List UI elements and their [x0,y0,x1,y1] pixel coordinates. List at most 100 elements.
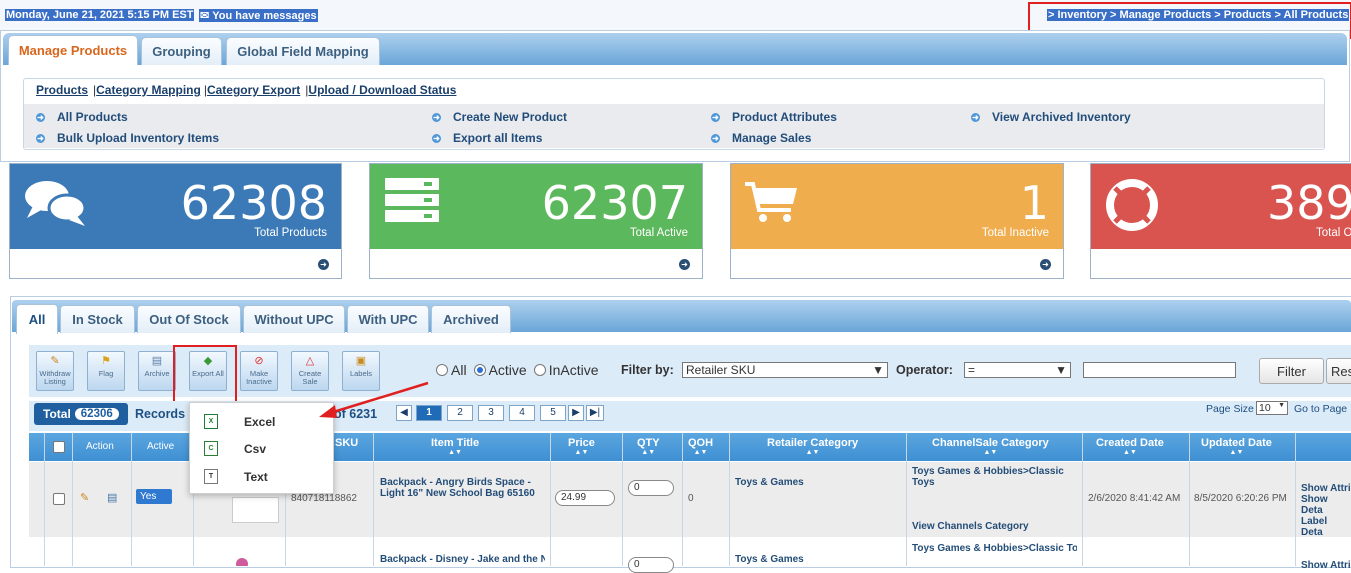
cell-updated-date: 8/5/2020 6:20:26 PM [1194,493,1287,504]
arrow-right-icon[interactable]: ➜ [679,259,690,270]
records-label: Records [135,407,186,421]
radio-all[interactable] [436,364,448,376]
arrow-circle-icon: ➜ [36,112,45,122]
tab-without-upc[interactable]: Without UPC [243,305,345,333]
radio-label: InActive [548,362,599,378]
page-4[interactable]: 4 [509,405,535,421]
cell-item-title[interactable]: Backpack - Angry Birds Space - Light 16"… [380,477,545,499]
status-radio-group: All Active InActive [436,362,599,378]
quick-link-create-new-product[interactable]: ➜ Create New Product [432,110,567,124]
tab-grouping[interactable]: Grouping [141,37,222,65]
col-sku[interactable]: SKU [335,437,358,449]
archive-button[interactable]: ▤ Archive [138,351,176,391]
copy-icon[interactable]: ▤ [107,491,117,504]
price-input[interactable]: 24.99 [555,490,615,506]
active-toggle[interactable]: Yes [136,489,172,504]
stat-card-total-inactive[interactable]: 1 Total Inactive ➜ [730,163,1064,279]
withdraw-listing-button[interactable]: ✎ Withdraw Listing [36,351,74,391]
page-3[interactable]: 3 [478,405,504,421]
radio-label: Active [488,362,527,378]
qty-input[interactable]: 0 [628,557,674,573]
page-2[interactable]: 2 [447,405,473,421]
arrow-right-icon[interactable]: ➜ [1040,259,1051,270]
next-page-icon[interactable]: ▶ [568,405,584,421]
row-links: Show Attri Show Deta Label Deta [1301,483,1351,538]
cell-retailer-category: Toys & Games [735,477,804,488]
select-all-checkbox[interactable] [53,441,65,453]
sort-icon: ▲▼ [1229,449,1244,456]
tool-label: Labels [349,369,373,378]
col-qty[interactable]: QTY ▲▼ [637,437,660,456]
link-category-mapping[interactable]: Category Mapping [96,83,201,97]
reset-button[interactable]: Res [1326,358,1351,384]
operator-select[interactable]: = ▼ [964,362,1071,378]
tab-global-field-mapping[interactable]: Global Field Mapping [226,37,380,65]
col-created-date[interactable]: Created Date ▲▼ [1096,437,1164,456]
col-price[interactable]: Price ▲▼ [568,437,595,456]
radio-inactive[interactable] [533,364,546,376]
tool-label: Withdraw Listing [39,369,71,386]
cell-qoh: 0 [688,493,694,504]
basket-icon: △ [305,355,315,367]
radio-active[interactable] [473,364,486,376]
filter-button[interactable]: Filter [1259,358,1324,384]
show-attributes-link[interactable]: Show Attri [1301,483,1351,494]
col-retailer-category[interactable]: Retailer Category ▲▼ [767,437,858,456]
page-size-select[interactable]: 10 ▼ [1256,401,1288,415]
radio-label: All [451,362,467,378]
total-button[interactable]: Total 62306 [34,403,128,425]
show-details-link[interactable]: Show Deta [1301,494,1351,516]
table-row [29,540,1351,566]
cell-item-title[interactable]: Backpack - Disney - Jake and the N [380,554,545,565]
quick-link-export-all-items[interactable]: ➜ Export all Items [432,131,542,145]
sort-icon: ▲▼ [641,449,656,456]
arrow-right-icon[interactable]: ➜ [318,259,329,270]
tab-with-upc[interactable]: With UPC [347,305,429,333]
tab-archived[interactable]: Archived [431,305,511,333]
quick-link-product-attributes[interactable]: ➜ Product Attributes [711,110,837,124]
filter-by-value: Retailer SKU [686,363,756,377]
quick-link-all-products[interactable]: ➜ All Products [36,110,128,124]
stat-card-total-other[interactable]: 389 Total O [1090,163,1351,279]
tab-all[interactable]: All [16,304,58,334]
qty-input[interactable]: 0 [628,480,674,496]
col-updated-date[interactable]: Updated Date ▲▼ [1201,437,1272,456]
col-channelsale-category[interactable]: ChannelSale Category ▲▼ [932,437,1049,456]
edit-icon[interactable]: ✎ [80,491,89,504]
sort-icon: ▲▼ [448,449,462,456]
quick-link-view-archived-inventory[interactable]: ➜ View Archived Inventory [971,110,1131,124]
flag-button[interactable]: ⚑ Flag [87,351,125,391]
col-qoh[interactable]: QOH ▲▼ [688,437,713,456]
page-5[interactable]: 5 [540,405,566,421]
col-item-title[interactable]: Item Title ▲▼ [431,437,479,456]
sort-icon: ▲▼ [1123,449,1137,456]
link-category-export[interactable]: Category Export [207,83,300,97]
export-text-item[interactable]: T Text [204,469,268,484]
quick-link-label: All Products [57,110,128,124]
row-checkbox[interactable] [53,493,65,505]
last-page-icon[interactable]: ▶| [586,405,604,421]
link-products[interactable]: Products [36,83,88,97]
tool-label: Flag [98,369,114,378]
export-all-highlight [173,345,237,404]
label-details-link[interactable]: Label Deta [1301,516,1351,538]
quick-link-manage-sales[interactable]: ➜ Manage Sales [711,131,811,145]
export-csv-item[interactable]: C Csv [204,441,266,456]
make-inactive-button[interactable]: ⊘ Make Inactive [240,351,278,391]
messages-link[interactable]: ✉ You have messages [199,9,318,22]
ban-icon: ⊘ [254,355,264,367]
filter-by-select[interactable]: Retailer SKU ▼ [682,362,888,378]
stat-card-total-products[interactable]: 62308 Total Products ➜ [9,163,342,279]
quick-link-bulk-upload[interactable]: ➜ Bulk Upload Inventory Items [36,131,219,145]
tab-out-of-stock[interactable]: Out Of Stock [137,305,241,333]
tab-manage-products[interactable]: Manage Products [8,35,138,65]
filter-value-input[interactable] [1083,362,1236,378]
view-channels-link[interactable]: View Channels Category [912,521,1029,532]
page-size-value: 10 [1259,402,1271,414]
col-qty-label: QTY [637,437,660,449]
export-excel-item[interactable]: X Excel [204,414,275,429]
stat-card-total-active[interactable]: 62307 Total Active ➜ [369,163,703,279]
lifebuoy-icon [1106,179,1158,231]
link-upload-download-status[interactable]: Upload / Download Status [308,83,456,97]
tab-in-stock[interactable]: In Stock [60,305,135,333]
